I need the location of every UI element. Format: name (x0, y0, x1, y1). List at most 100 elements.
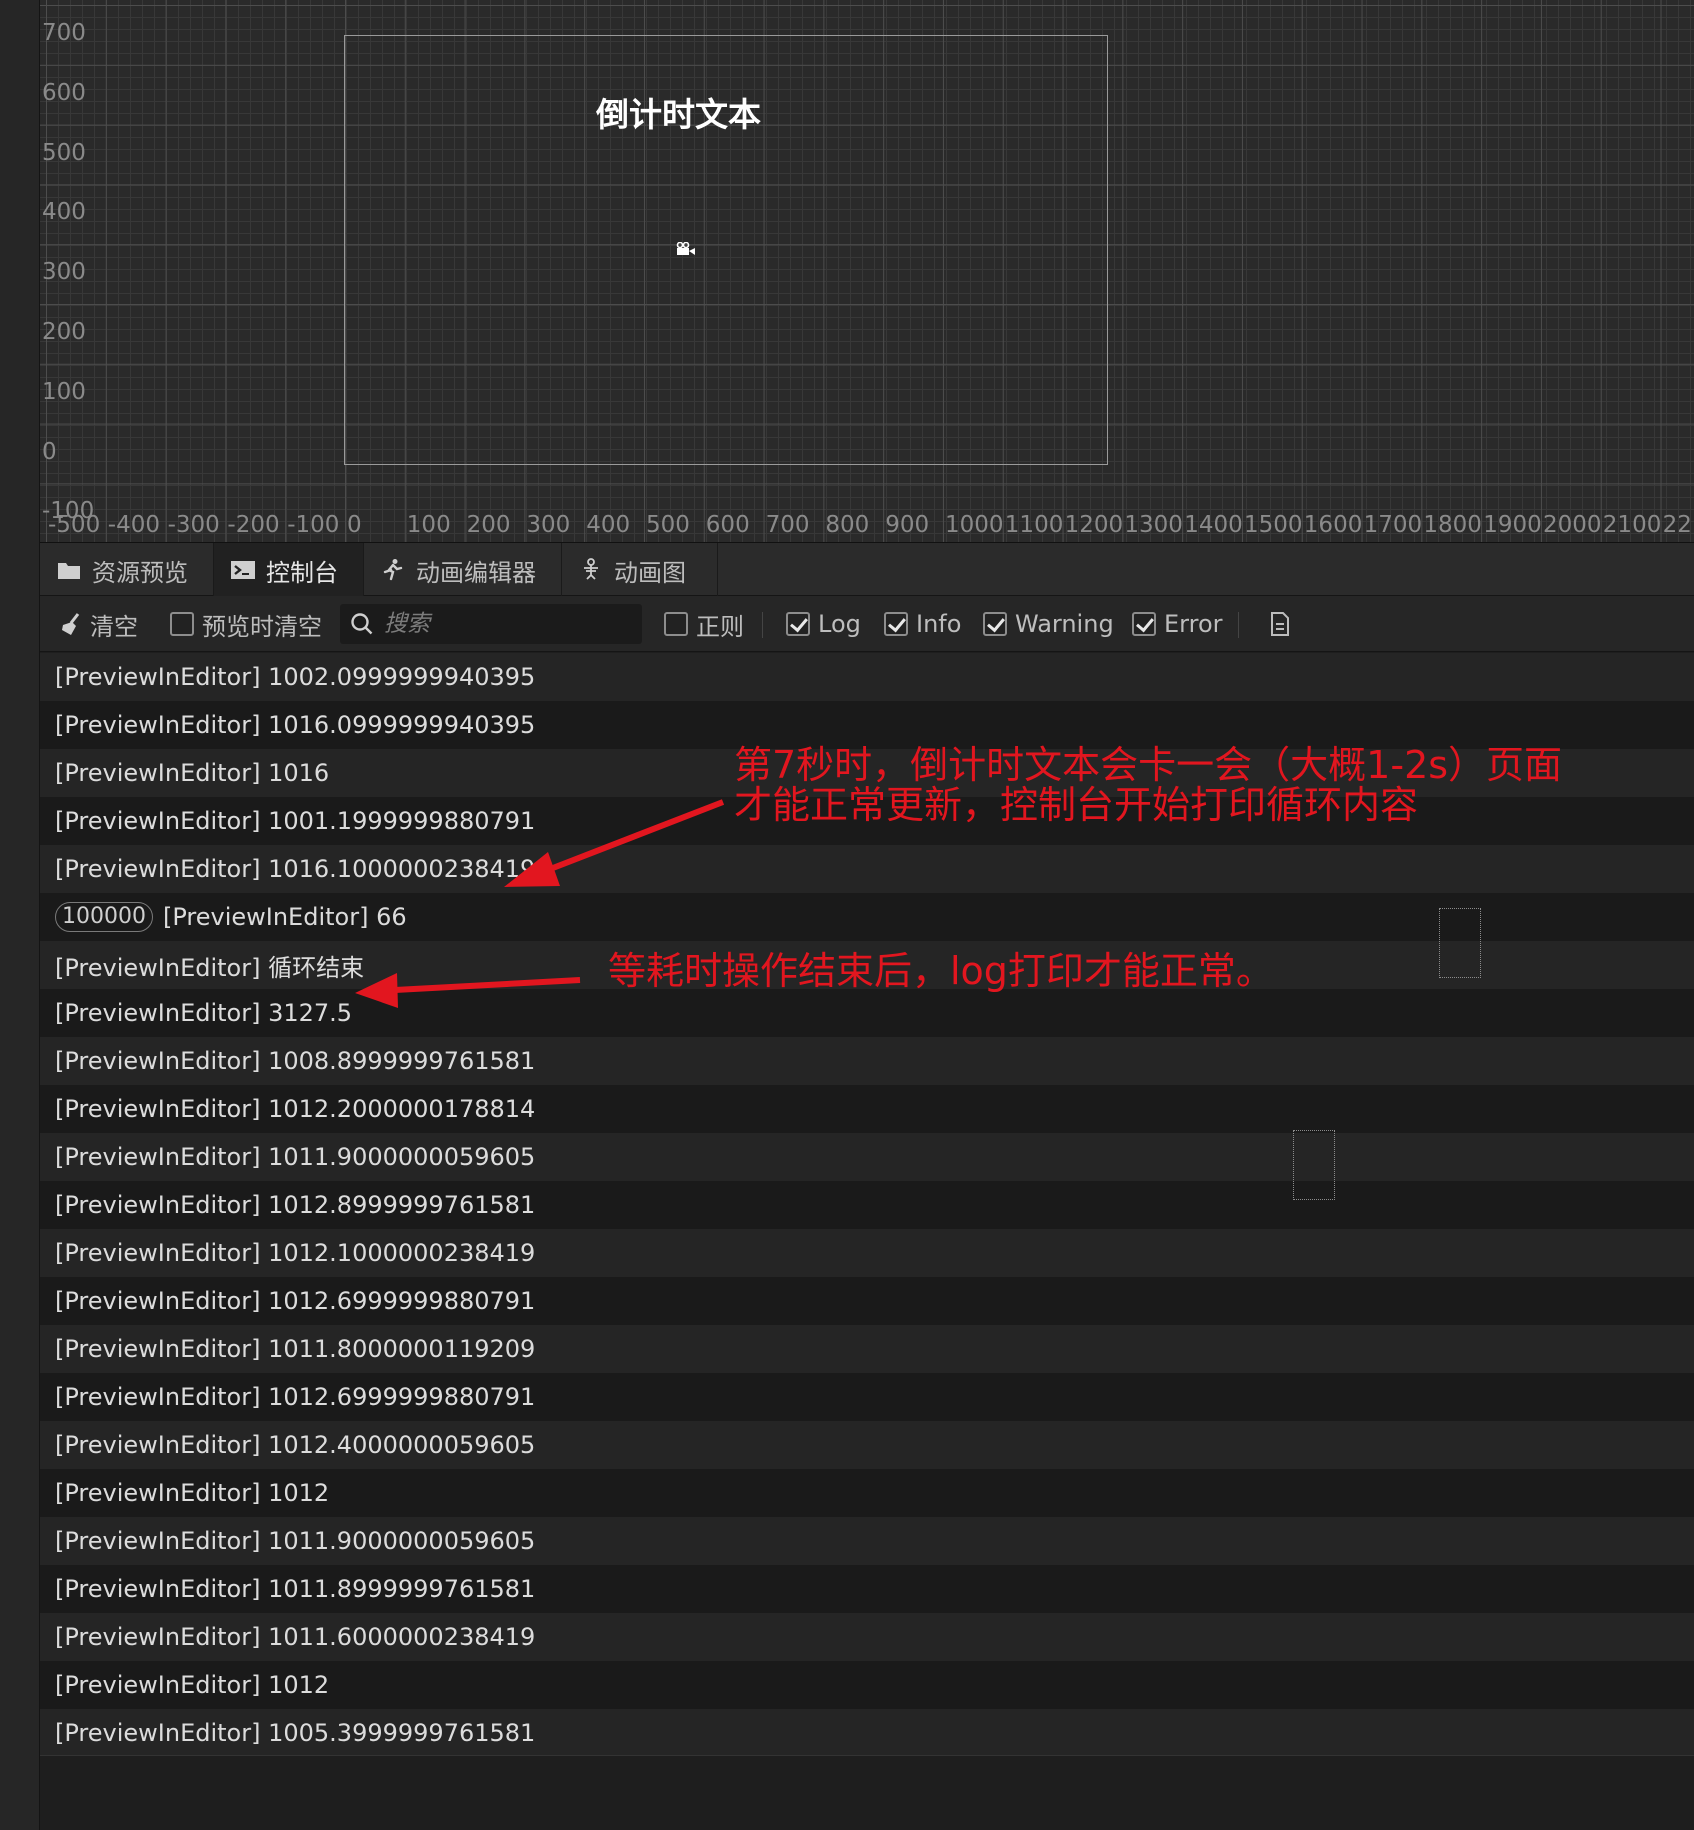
scene-view[interactable]: 700 600 500 400 300 200 100 0 -100 -500 -400 -300-… (40, 0, 1694, 542)
log-row[interactable]: [PreviewInEditor] 1011.6000000238419 (40, 1613, 1694, 1661)
checkbox-box[interactable] (1132, 612, 1156, 636)
log-message: [PreviewInEditor] 1002.0999999940395 (55, 663, 536, 691)
regex-label: 正则 (696, 612, 744, 641)
tab-label: 控制台 (266, 558, 338, 587)
log-row[interactable]: [PreviewInEditor] 1005.3999999761581 (40, 1709, 1694, 1757)
log-row[interactable]: [PreviewInEditor] 1011.9000000059605 (40, 1133, 1694, 1181)
log-filter-checkbox[interactable]: Log (786, 596, 861, 652)
x-axis-label: 1800 (1423, 512, 1482, 538)
log-row[interactable]: [PreviewInEditor] 3127.5 (40, 989, 1694, 1037)
warning-filter-checkbox[interactable]: Warning (983, 596, 1114, 652)
tab-label: 动画编辑器 (416, 558, 536, 587)
log-message: [PreviewInEditor] 1012.6999999880791 (55, 1383, 536, 1411)
annotation-line: 第7秒时，倒计时文本会卡一会（大概1-2s）页面 (734, 743, 1563, 787)
repeat-count-badge: 100000 (55, 902, 153, 932)
error-filter-checkbox[interactable]: Error (1132, 596, 1223, 652)
log-message: [PreviewInEditor] 1016.0999999940395 (55, 711, 536, 739)
export-log-button[interactable] (1268, 596, 1292, 652)
log-row[interactable]: [PreviewInEditor] 1011.8000000119209 (40, 1325, 1694, 1373)
log-row[interactable]: [PreviewInEditor] 1008.8999999761581 (40, 1037, 1694, 1085)
x-axis-label: 2100 (1602, 512, 1662, 538)
clear-button[interactable]: 清空 (60, 596, 138, 652)
selection-marquee (1293, 1130, 1335, 1200)
terminal-icon (231, 561, 255, 579)
log-row[interactable]: [PreviewInEditor] 1011.9000000059605 (40, 1517, 1694, 1565)
log-row[interactable]: [PreviewInEditor] 1016.1000000238419 (40, 845, 1694, 893)
info-filter-checkbox[interactable]: Info (884, 596, 961, 652)
log-row[interactable]: [PreviewInEditor] 1012.6999999880791 (40, 1373, 1694, 1421)
checkbox-box[interactable] (664, 612, 688, 636)
log-message: [PreviewInEditor] 1012.2000000178814 (55, 1095, 536, 1123)
y-axis-label: 700 (42, 20, 86, 46)
log-message: [PreviewInEditor] 循环结束 (55, 953, 365, 982)
log-message: [PreviewInEditor] 1012 (55, 1671, 330, 1699)
log-message: [PreviewInEditor] 1016 (55, 759, 330, 787)
log-row[interactable]: [PreviewInEditor] 1012 (40, 1661, 1694, 1709)
log-message: [PreviewInEditor] 1001.1999999880791 (55, 807, 536, 835)
countdown-text-node[interactable]: 倒计时文本 (596, 88, 761, 136)
log-message: [PreviewInEditor] 1012.1000000238419 (55, 1239, 536, 1267)
x-axis-label: 2000 (1543, 512, 1602, 538)
console-bottom-area (40, 1755, 1694, 1830)
log-message: [PreviewInEditor] 1011.9000000059605 (55, 1143, 536, 1171)
x-axis-label: 1100 (1004, 512, 1064, 538)
log-message: [PreviewInEditor] 1012.8999999761581 (55, 1191, 536, 1219)
regex-checkbox[interactable]: 正则 (664, 596, 744, 652)
toolbar-divider (762, 612, 763, 638)
annotation-note-2: 等耗时操作结束后，log打印才能正常。 (608, 949, 1274, 993)
log-message: [PreviewInEditor] 1012.6999999880791 (55, 1287, 536, 1315)
x-axis-label: -100 (287, 512, 340, 538)
log-row[interactable]: [PreviewInEditor] 1002.0999999940395 (40, 653, 1694, 701)
log-message: [PreviewInEditor] 1011.6000000238419 (55, 1623, 536, 1651)
x-axis-label: -300 (167, 512, 220, 538)
x-axis-label: -400 (107, 512, 160, 538)
x-axis-label: 1600 (1303, 512, 1363, 538)
log-message: [PreviewInEditor] 1011.8999999761581 (55, 1575, 536, 1603)
log-row[interactable]: [PreviewInEditor] 1012.6999999880791 (40, 1277, 1694, 1325)
log-message: [PreviewInEditor] 1012.4000000059605 (55, 1431, 536, 1459)
x-axis-label: 1400 (1184, 512, 1243, 538)
console-toolbar: 清空 预览时清空 正则 Log Info Warning Error (40, 596, 1694, 652)
x-axis-label: 600 (705, 512, 750, 538)
tab-label: 资源预览 (92, 558, 188, 587)
x-axis-label: 1900 (1483, 512, 1542, 538)
camera-icon (676, 242, 695, 255)
search-icon (351, 613, 373, 635)
x-axis-label: 22 (1662, 512, 1692, 538)
x-axis-label: 500 (646, 512, 690, 538)
checkbox-box[interactable] (786, 612, 810, 636)
skeleton-icon (584, 558, 598, 580)
error-filter-label: Error (1164, 610, 1223, 638)
search-input[interactable] (384, 611, 624, 637)
preview-clear-checkbox[interactable]: 预览时清空 (170, 596, 322, 652)
checkbox-box[interactable] (884, 612, 908, 636)
x-axis-label: 800 (825, 512, 870, 538)
x-axis-label: 300 (526, 512, 571, 538)
tab-animation-editor[interactable]: 动画编辑器 (364, 543, 562, 597)
x-axis-label: 200 (466, 512, 511, 538)
clear-label: 清空 (90, 612, 138, 641)
log-message: [PreviewInEditor] 1016.1000000238419 (55, 855, 536, 883)
log-row[interactable]: [PreviewInEditor] 1012.1000000238419 (40, 1229, 1694, 1277)
document-icon (1271, 612, 1289, 636)
warning-filter-label: Warning (1015, 610, 1114, 638)
checkbox-box[interactable] (983, 612, 1007, 636)
log-row[interactable]: [PreviewInEditor] 1012.4000000059605 (40, 1421, 1694, 1469)
broom-icon (62, 613, 80, 635)
log-row[interactable]: [PreviewInEditor] 1012.2000000178814 (40, 1085, 1694, 1133)
tab-animation-graph[interactable]: 动画图 (562, 543, 718, 597)
x-axis-label: 0 (347, 512, 362, 538)
log-row[interactable]: [PreviewInEditor] 1011.8999999761581 (40, 1565, 1694, 1613)
x-axis-label: 400 (586, 512, 631, 538)
tab-console[interactable]: 控制台 (214, 543, 364, 597)
log-message: [PreviewInEditor] 3127.5 (55, 999, 353, 1027)
tab-asset-preview[interactable]: 资源预览 (40, 543, 214, 597)
log-row[interactable]: [PreviewInEditor] 1016.0999999940395 (40, 701, 1694, 749)
x-axis-label: -200 (227, 512, 280, 538)
checkbox-box[interactable] (170, 612, 194, 636)
selection-marquee (1439, 908, 1481, 978)
search-box[interactable] (340, 604, 642, 644)
log-row[interactable]: [PreviewInEditor] 1012 (40, 1469, 1694, 1517)
log-row[interactable]: [PreviewInEditor] 1012.8999999761581 (40, 1181, 1694, 1229)
x-axis-label: 1700 (1363, 512, 1423, 538)
